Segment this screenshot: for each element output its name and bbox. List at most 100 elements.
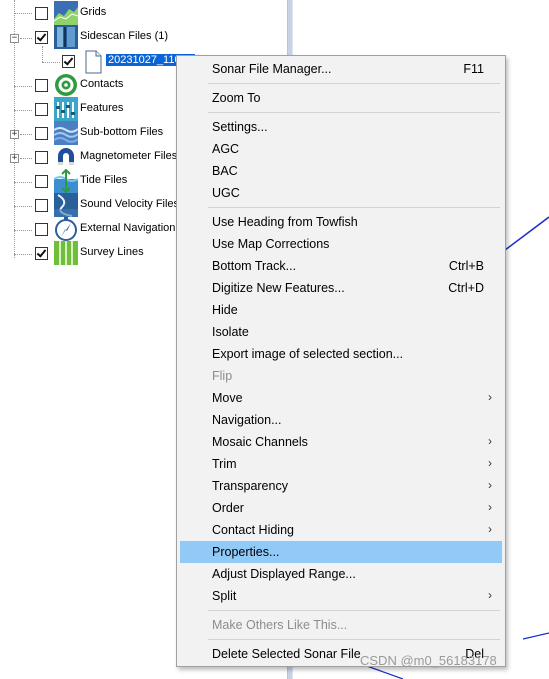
submenu-arrow-icon: › (488, 390, 492, 404)
collapse-icon[interactable]: − (10, 34, 19, 43)
tree-item-label: Survey Lines (80, 246, 144, 258)
grids-checkbox[interactable] (35, 7, 48, 20)
menu-item-export-image[interactable]: Export image of selected section... (180, 343, 502, 365)
menu-item-properties[interactable]: Properties... (180, 541, 502, 563)
menu-item-label: Delete Selected Sonar File (212, 647, 361, 661)
menu-item-ugc[interactable]: UGC (180, 182, 502, 204)
menu-item-isolate[interactable]: Isolate (180, 321, 502, 343)
menu-item-label: Move (212, 391, 243, 405)
tree-item-label: Tide Files (80, 174, 128, 186)
menu-item-shortcut: F11 (463, 62, 484, 76)
menu-item-label: Order (212, 501, 244, 515)
menu-item-split[interactable]: Split › (180, 585, 502, 607)
menu-item-label: Mosaic Channels (212, 435, 308, 449)
survey-line (504, 216, 549, 251)
tree-item-label: External Navigation (80, 222, 176, 234)
menu-separator (208, 83, 500, 84)
menu-item-label: Bottom Track... (212, 259, 297, 273)
expand-icon[interactable]: + (10, 154, 19, 163)
magnet-icon (58, 148, 74, 165)
menu-item-label: Hide (212, 303, 238, 317)
tree-connector (20, 38, 32, 39)
menu-item-shortcut: Ctrl+B (448, 259, 484, 273)
tree-connector (14, 182, 32, 183)
sub-bottom-checkbox[interactable] (35, 127, 48, 140)
menu-item-label: Settings... (212, 120, 268, 134)
tree-item-label: Sound Velocity Files (80, 198, 180, 210)
sonar-file-checkbox[interactable] (62, 55, 75, 68)
external-navigation-checkbox[interactable] (35, 223, 48, 236)
menu-item-adjust-displayed-range[interactable]: Adjust Displayed Range... (180, 563, 502, 585)
menu-item-transparency[interactable]: Transparency › (180, 475, 502, 497)
tree-item-label: Contacts (80, 78, 124, 90)
menu-item-label: Use Map Corrections (212, 237, 330, 251)
menu-item-label: Make Others Like This... (212, 618, 348, 632)
menu-item-label: Sonar File Manager... (212, 62, 332, 76)
features-checkbox[interactable] (35, 103, 48, 116)
menu-item-bac[interactable]: BAC (180, 160, 502, 182)
submenu-arrow-icon: › (488, 522, 492, 536)
survey-lines-checkbox[interactable] (35, 247, 48, 260)
tree-connector (14, 13, 32, 14)
tree-connector (20, 134, 32, 135)
watermark: CSDN @m0_56183178 (360, 653, 497, 668)
menu-item-trim[interactable]: Trim › (180, 453, 502, 475)
contacts-checkbox[interactable] (35, 79, 48, 92)
menu-item-label: Export image of selected section... (212, 347, 404, 361)
features-icon (54, 97, 78, 121)
menu-item-label: Trim (212, 457, 237, 471)
tide-icon (54, 169, 78, 193)
menu-item-contact-hiding[interactable]: Contact Hiding › (180, 519, 502, 541)
menu-item-label: Zoom To (212, 91, 261, 105)
tree-item-label: Features (80, 102, 124, 114)
menu-item-label: Flip (212, 369, 233, 383)
sidescan-icon (54, 25, 78, 49)
menu-item-digitize-new-features[interactable]: Digitize New Features... Ctrl+D (180, 277, 502, 299)
menu-item-mosaic-channels[interactable]: Mosaic Channels › (180, 431, 502, 453)
grid-icon (54, 1, 78, 25)
menu-item-label: Navigation... (212, 413, 282, 427)
survey-lines-icon (54, 241, 78, 265)
file-icon (85, 50, 102, 74)
submenu-arrow-icon: › (488, 588, 492, 602)
tree-item-label: Sidescan Files (1) (80, 30, 169, 42)
menu-item-settings[interactable]: Settings... (180, 116, 502, 138)
menu-separator (208, 639, 500, 640)
menu-item-agc[interactable]: AGC (180, 138, 502, 160)
tree-connector (14, 230, 32, 231)
menu-item-hide[interactable]: Hide (180, 299, 502, 321)
menu-item-navigation[interactable]: Navigation... (180, 409, 502, 431)
menu-item-move[interactable]: Move › (180, 387, 502, 409)
tree-connector (42, 62, 60, 63)
tree-connector (14, 86, 32, 87)
tide-checkbox[interactable] (35, 175, 48, 188)
tree-connector (42, 46, 43, 62)
sidescan-checkbox[interactable] (35, 31, 48, 44)
tree-connector (14, 206, 32, 207)
menu-item-zoom-to[interactable]: Zoom To (180, 87, 502, 109)
menu-item-shortcut: Ctrl+D (448, 281, 484, 295)
menu-item-sonar-file-manager[interactable]: Sonar File Manager... F11 (180, 58, 502, 80)
tree-connector (14, 254, 32, 255)
magnetometer-checkbox[interactable] (35, 151, 48, 164)
menu-item-flip: Flip (180, 365, 502, 387)
menu-item-use-map-corrections[interactable]: Use Map Corrections (180, 233, 502, 255)
expand-icon[interactable]: + (10, 130, 19, 139)
menu-item-label: Digitize New Features... (212, 281, 345, 295)
context-menu: Sonar File Manager... F11 Zoom To Settin… (176, 55, 506, 667)
tree-item-label: Grids (80, 6, 107, 18)
menu-item-label: Use Heading from Towfish (212, 215, 358, 229)
menu-item-label: AGC (212, 142, 240, 156)
subbottom-icon (54, 121, 78, 145)
menu-item-make-others-like-this: Make Others Like This... (180, 614, 502, 636)
menu-item-label: Properties... (212, 545, 280, 559)
menu-item-bottom-track[interactable]: Bottom Track... Ctrl+B (180, 255, 502, 277)
menu-separator (208, 610, 500, 611)
menu-separator (208, 207, 500, 208)
compass-icon (55, 217, 77, 241)
sound-velocity-checkbox[interactable] (35, 199, 48, 212)
menu-item-use-heading-from-towfish[interactable]: Use Heading from Towfish (180, 211, 502, 233)
menu-item-label: Contact Hiding (212, 523, 294, 537)
submenu-arrow-icon: › (488, 478, 492, 492)
menu-item-order[interactable]: Order › (180, 497, 502, 519)
